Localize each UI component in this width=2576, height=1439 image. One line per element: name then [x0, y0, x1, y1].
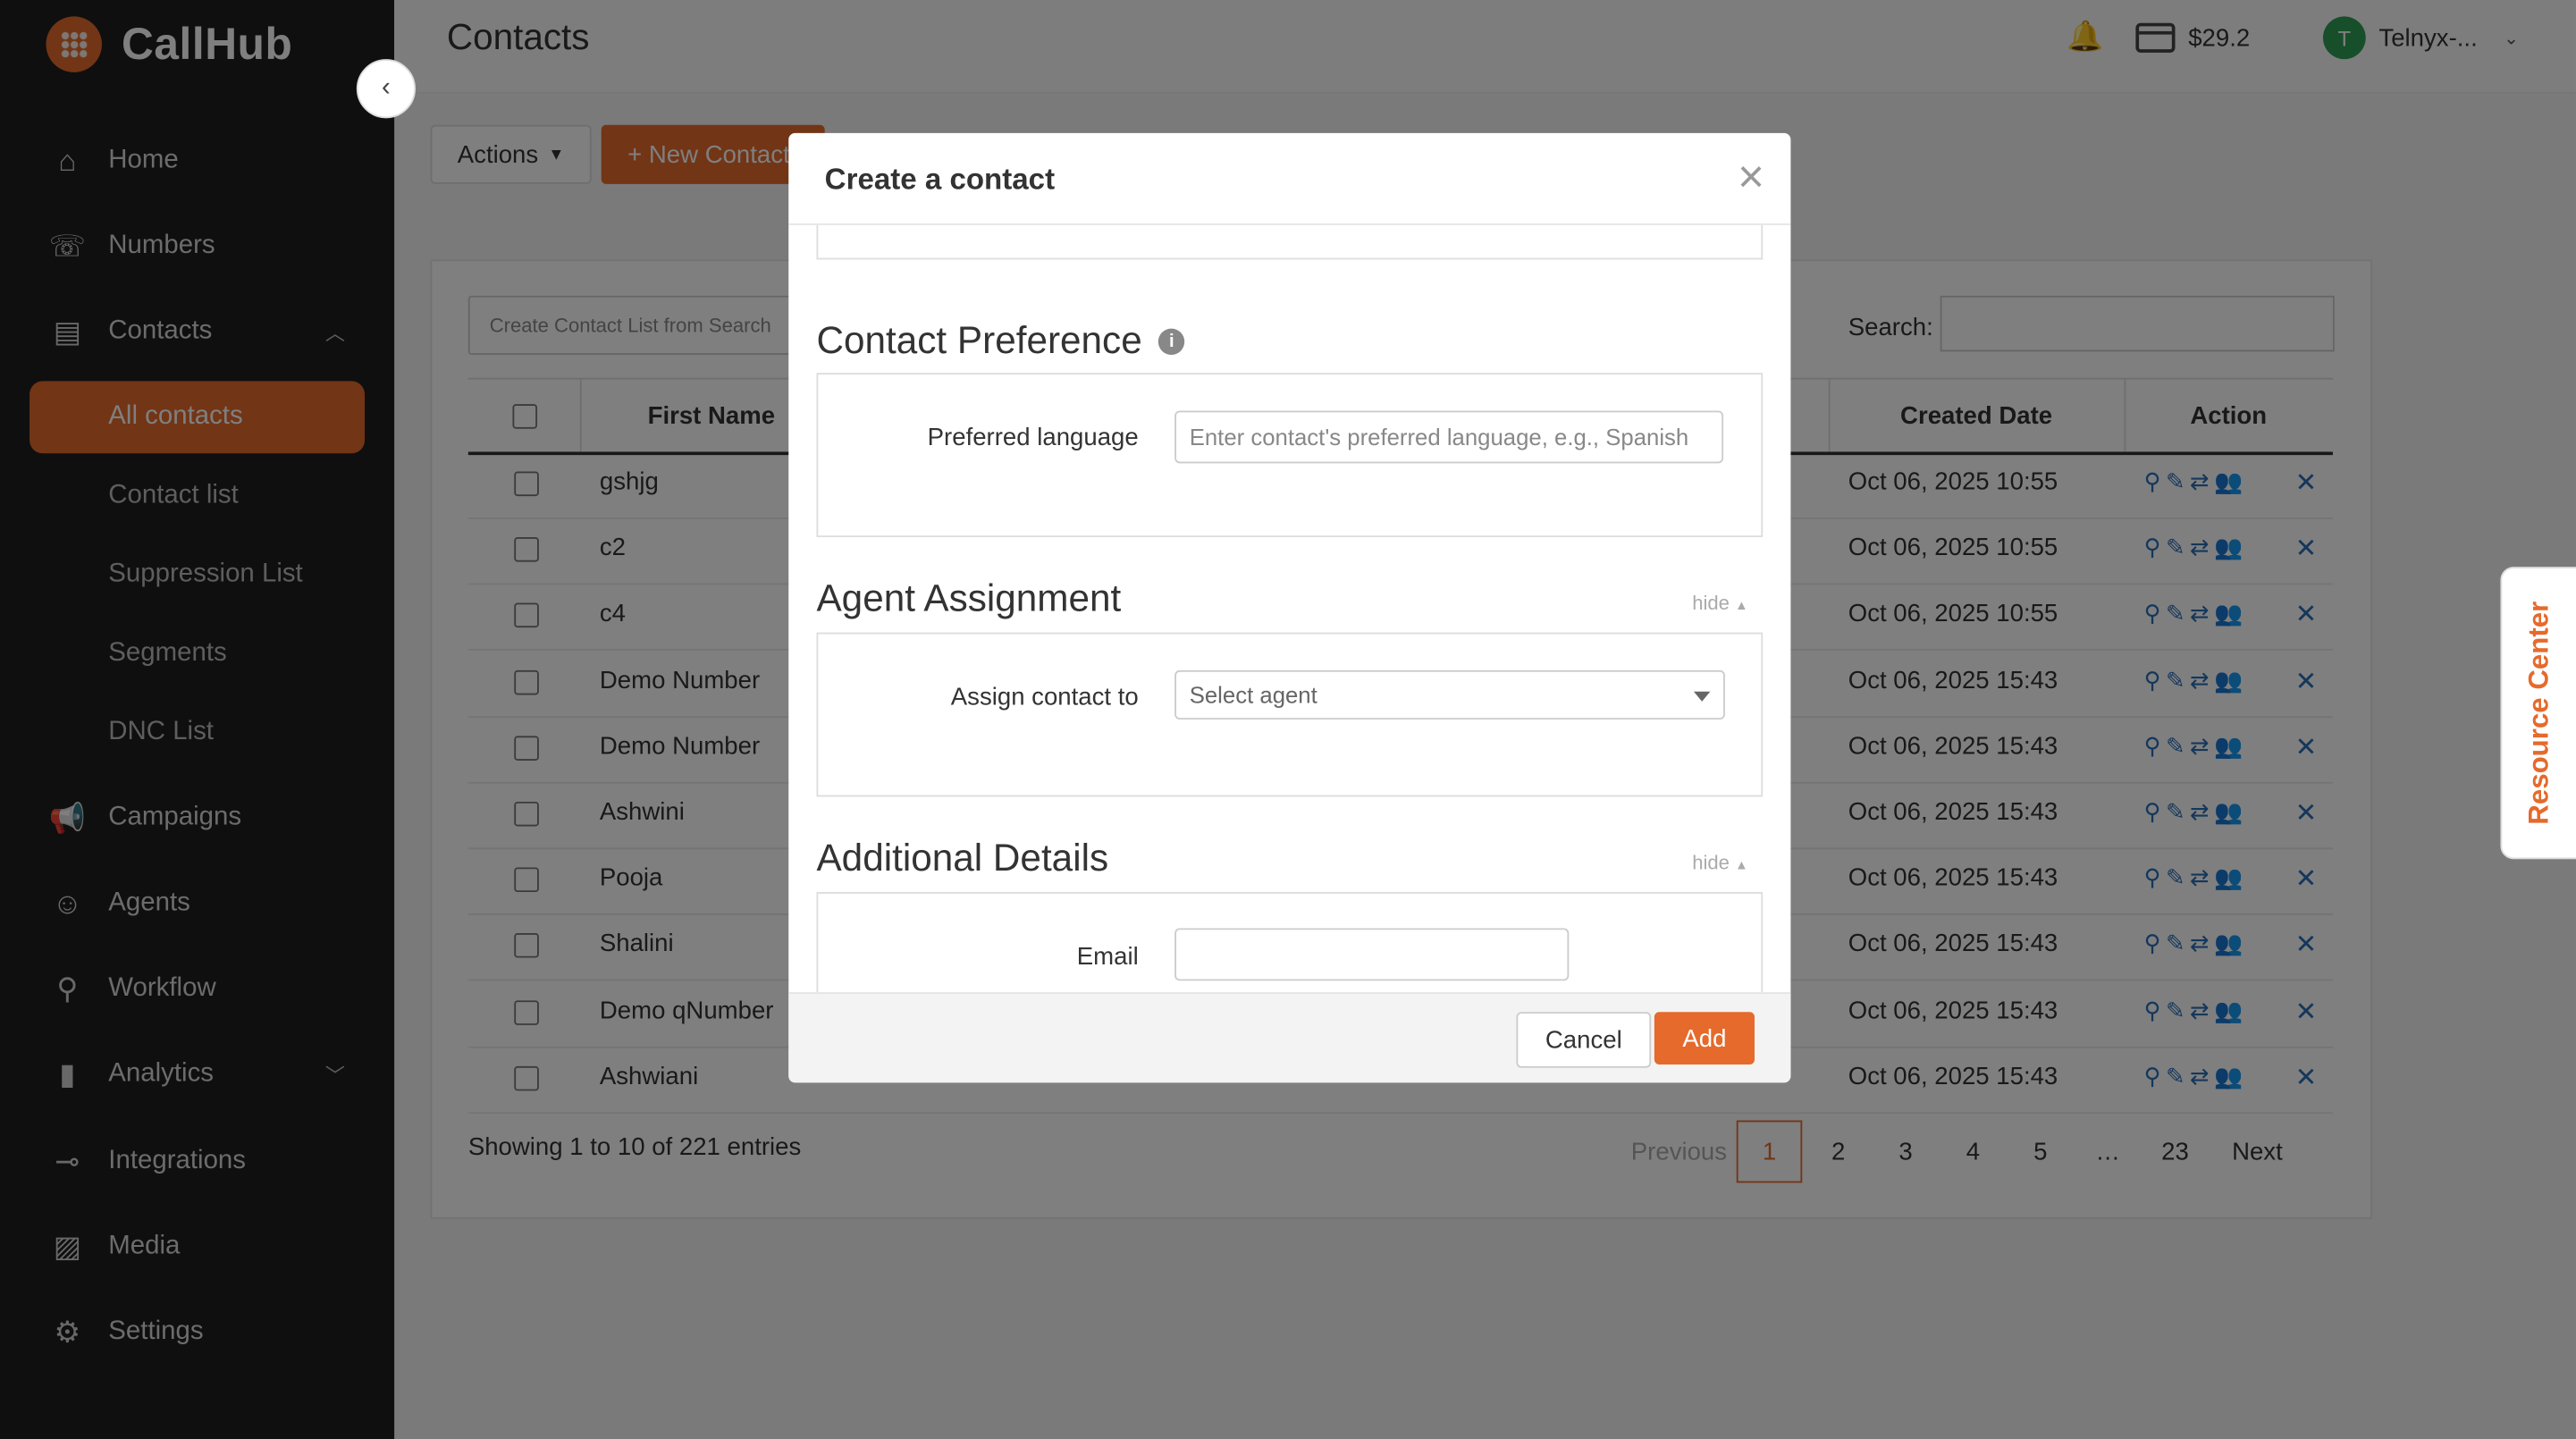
preferred-language-label: Preferred language	[927, 424, 1139, 452]
create-contact-modal: Create a contact × Contact Preference i …	[788, 132, 1791, 1083]
select-agent-dropdown[interactable]: Select agent	[1174, 669, 1725, 720]
contact-preference-heading: Contact Preference i	[816, 318, 1185, 364]
section-title: Additional Details	[816, 836, 1109, 879]
add-button[interactable]: Add	[1654, 1012, 1755, 1065]
resource-center-tab[interactable]: Resource Center	[2500, 567, 2576, 860]
dropdown-caret-icon	[1693, 691, 1711, 702]
modal-header: Create a contact ×	[788, 133, 1791, 225]
select-agent-value: Select agent	[1189, 681, 1317, 709]
chevron-left-icon: ‹	[382, 73, 391, 102]
email-label: Email	[1076, 943, 1139, 972]
resource-center-label: Resource Center	[2523, 601, 2555, 825]
modal-footer: Cancel Add	[788, 992, 1791, 1083]
app-root: CallHub ⌂ Home ☏ Numbers ▤ Contacts ︿ Al…	[0, 0, 2576, 1439]
hide-label: hide	[1692, 851, 1730, 874]
caret-up-icon: ▲	[1735, 598, 1748, 613]
preferred-language-input[interactable]: Enter contact's preferred language, e.g.…	[1174, 410, 1724, 464]
email-field[interactable]	[1174, 928, 1570, 981]
modal-body[interactable]: Contact Preference i Preferred language …	[788, 224, 1790, 993]
sidebar-collapse-button[interactable]: ‹	[356, 59, 417, 119]
section-title: Contact Preference	[816, 318, 1142, 362]
additional-details-heading: Additional Details	[816, 837, 1108, 881]
info-icon[interactable]: i	[1158, 327, 1185, 355]
agent-assignment-hide-link[interactable]: hide ▲	[1692, 592, 1747, 615]
hide-label: hide	[1692, 591, 1730, 615]
cancel-button[interactable]: Cancel	[1516, 1012, 1652, 1068]
caret-up-icon: ▲	[1735, 857, 1748, 872]
additional-details-hide-link[interactable]: hide ▲	[1692, 851, 1747, 874]
section-title: Agent Assignment	[816, 576, 1122, 619]
modal-title: Create a contact	[824, 162, 1056, 196]
assign-contact-label: Assign contact to	[950, 683, 1139, 711]
previous-section-box	[816, 224, 1764, 260]
close-icon[interactable]: ×	[1738, 152, 1764, 202]
agent-assignment-heading: Agent Assignment	[816, 576, 1121, 621]
